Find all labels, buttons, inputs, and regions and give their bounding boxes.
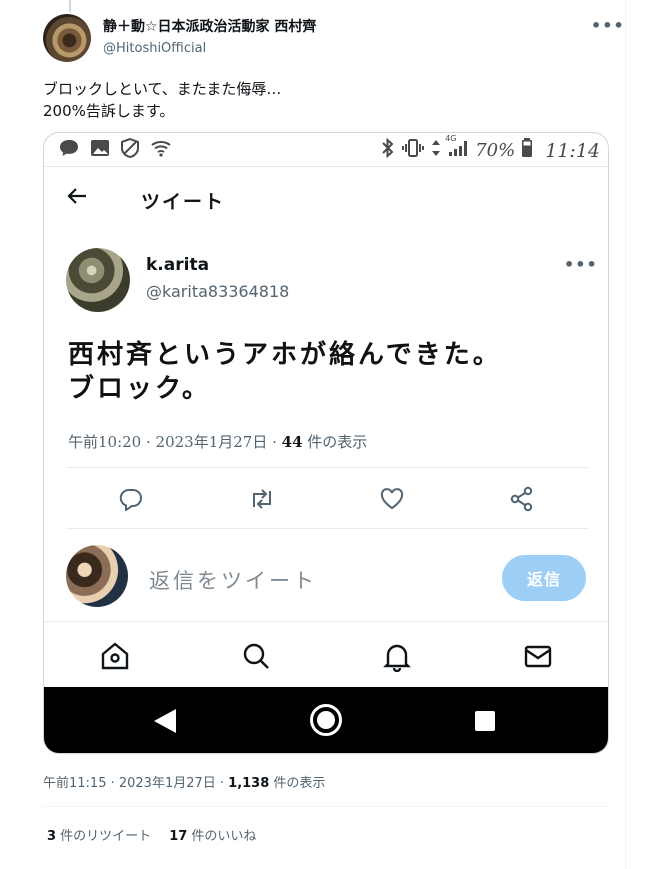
inner-view-count[interactable]: 44: [282, 433, 303, 451]
timeline-border: [625, 0, 626, 869]
notifications-bell-icon[interactable]: [377, 636, 417, 676]
tweet-text: ブロックしといて、またまた侮辱… 200%告訴します。: [43, 80, 282, 120]
divider: [66, 528, 588, 529]
inner-header: ツイート: [44, 181, 608, 221]
like-icon[interactable]: [372, 479, 412, 519]
home-icon[interactable]: [95, 636, 135, 676]
back-arrow-icon[interactable]: [66, 185, 88, 213]
author-handle[interactable]: @HitoshiOfficial: [103, 41, 316, 56]
retweet-label[interactable]: 件のリツイート: [56, 829, 151, 844]
tweet-meta: 午前11:15 · 2023年1月27日 · 1,138 件の表示: [43, 772, 325, 791]
bluetooth-icon: [381, 137, 395, 163]
author-display-name[interactable]: 静＋動☆日本派政治活動家 西村齊: [103, 16, 316, 36]
phone-status-bar: 4G 70% 11:14: [44, 133, 608, 167]
view-label: 件の表示: [269, 776, 326, 791]
view-count[interactable]: 1,138: [228, 776, 269, 791]
like-label[interactable]: 件のいいね: [187, 829, 256, 844]
battery-icon: [521, 138, 533, 163]
reply-icon[interactable]: [111, 479, 151, 519]
thread-connector: [69, 0, 71, 12]
android-home-icon[interactable]: [310, 704, 342, 736]
divider: [43, 806, 609, 807]
android-recents-icon[interactable]: [475, 711, 495, 731]
more-icon[interactable]: •••: [591, 16, 625, 35]
battery-percent: 70%: [475, 140, 516, 161]
retweet-icon[interactable]: [242, 479, 282, 519]
author-block: 静＋動☆日本派政治活動家 西村齊 @HitoshiOfficial: [103, 16, 316, 56]
status-time: 11:14: [545, 139, 600, 162]
tweet-header: 静＋動☆日本派政治活動家 西村齊 @HitoshiOfficial •••: [43, 14, 624, 64]
vibrate-icon: [401, 138, 425, 163]
divider: [66, 467, 588, 468]
inner-author-avatar[interactable]: [66, 248, 130, 312]
share-icon[interactable]: [502, 479, 542, 519]
inner-page-title: ツイート: [141, 191, 226, 213]
data-arrows-icon: [431, 138, 441, 163]
shield-icon: [120, 137, 140, 162]
android-back-icon[interactable]: [154, 709, 176, 733]
inner-tweet-time: 午前10:20 · 2023年1月27日 ·: [68, 433, 282, 451]
inner-tweet-text: 西村斉というアホが絡んできた。 ブロック。: [68, 340, 502, 404]
attached-screenshot[interactable]: 4G 70% 11:14 ツイート k.arita @karita8336481…: [43, 132, 609, 754]
tweet-time[interactable]: 午前11:15 · 2023年1月27日 ·: [43, 776, 228, 791]
reply-input[interactable]: 返信をツイート: [149, 565, 317, 595]
current-user-avatar: [66, 545, 128, 607]
inner-view-label: 件の表示: [302, 433, 368, 451]
search-icon[interactable]: [236, 636, 276, 676]
engagement-stats: 3 件のリツイート 17 件のいいね: [47, 825, 256, 844]
network-type-label: 4G: [445, 134, 457, 143]
image-icon: [90, 139, 110, 161]
reply-button[interactable]: 返信: [502, 555, 586, 601]
signal-icon: 4G: [445, 134, 469, 163]
wifi-icon: [150, 138, 172, 162]
inner-author-name[interactable]: k.arita: [146, 255, 209, 275]
retweet-count[interactable]: 3: [47, 829, 56, 844]
inner-more-icon[interactable]: •••: [564, 255, 598, 274]
inner-author-handle[interactable]: @karita83364818: [146, 282, 289, 301]
status-bar-left-icons: [58, 137, 172, 162]
message-icon: [58, 138, 80, 162]
inner-tweet-meta: 午前10:20 · 2023年1月27日 · 44 件の表示: [68, 431, 367, 452]
bottom-tab-bar: [44, 621, 608, 687]
inner-action-bar: [44, 479, 608, 519]
android-navigation-bar: [44, 687, 608, 753]
status-bar-right-icons: 4G 70% 11:14: [381, 134, 600, 163]
author-avatar[interactable]: [43, 14, 91, 62]
like-count[interactable]: 17: [169, 829, 187, 844]
messages-envelope-icon[interactable]: [518, 636, 558, 676]
